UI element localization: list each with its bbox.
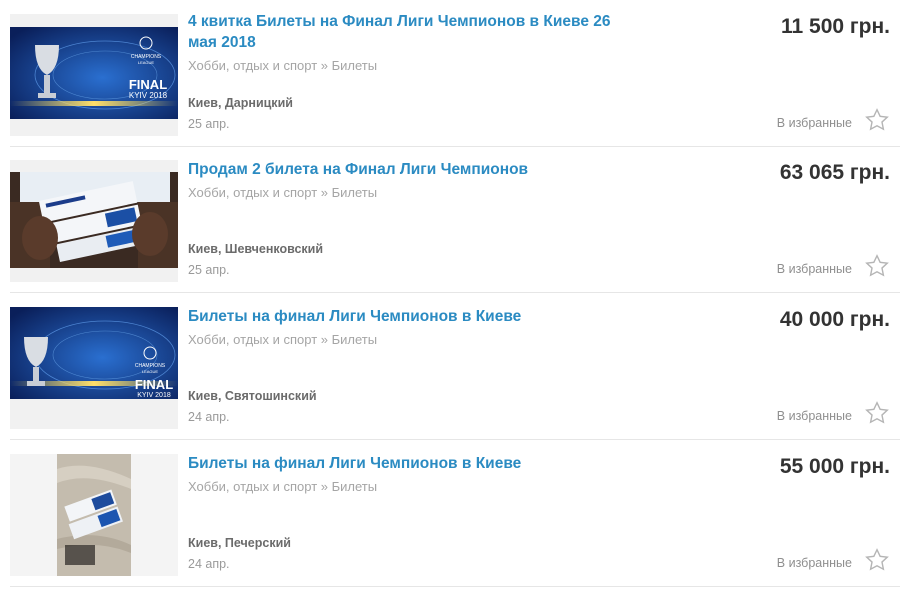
add-to-favorites-button[interactable]: В избранные	[777, 409, 852, 423]
add-to-favorites-button[interactable]: В избранные	[777, 262, 852, 276]
listing-location: Киев, Святошинский	[188, 389, 317, 403]
hands-holding-tickets-image	[10, 172, 178, 268]
listing-category: Хобби, отдых и спорт » Билеты	[188, 479, 378, 494]
listing-price: 40 000 грн.	[779, 308, 890, 331]
listing-title[interactable]: Билеты на финал Лиги Чемпионов в Киеве	[188, 306, 628, 327]
listing-title[interactable]: Билеты на финал Лиги Чемпионов в Киеве	[188, 453, 628, 474]
banner-text-league: LEAGUE	[138, 60, 155, 65]
listing-item: CHAMPIONS LEAGUE FINAL KYIV 2018 Билеты …	[10, 307, 900, 440]
listing-price: 11 500 грн.	[781, 15, 890, 38]
banner-text-league: LEAGUE	[142, 369, 159, 374]
listing-date: 24 апр.	[188, 410, 230, 424]
listing-item: Продам 2 билета на Финал Лиги Чемпионов …	[10, 160, 900, 293]
listing-location: Киев, Дарницкий	[188, 96, 293, 110]
listing-category: Хобби, отдых и спорт » Билеты	[188, 58, 378, 73]
listing-price: 63 065 грн.	[779, 161, 890, 184]
listing-date: 25 апр.	[188, 263, 230, 277]
listing-location: Киев, Шевченковский	[188, 242, 324, 256]
add-to-favorites-button[interactable]: В избранные	[777, 116, 852, 130]
listing-location: Киев, Печерский	[188, 536, 291, 550]
banner-text-city: KYIV 2018	[137, 392, 171, 399]
listing-thumbnail[interactable]: CHAMPIONS LEAGUE FINAL KYIV 2018	[10, 307, 178, 429]
tickets-on-fabric-image	[57, 454, 131, 576]
listing-thumbnail[interactable]	[10, 160, 178, 282]
listing-category: Хобби, отдых и спорт » Билеты	[188, 185, 378, 200]
listing-item: Билеты на финал Лиги Чемпионов в Киеве Х…	[10, 454, 900, 587]
add-to-favorites-button[interactable]: В избранные	[777, 556, 852, 570]
listing-category: Хобби, отдых и спорт » Билеты	[188, 332, 378, 347]
star-outline-icon[interactable]	[864, 400, 890, 426]
listing-price: 55 000 грн.	[779, 455, 890, 478]
banner-text-final: FINAL	[129, 77, 167, 92]
star-outline-icon[interactable]	[864, 107, 890, 133]
star-outline-icon[interactable]	[864, 547, 890, 573]
listing-thumbnail[interactable]: CHAMPIONS LEAGUE FINAL KYIV 2018	[10, 14, 178, 136]
listing-title[interactable]: Продам 2 билета на Финал Лиги Чемпионов	[188, 159, 628, 180]
listing-title[interactable]: 4 квитка Билеты на Финал Лиги Чемпионов …	[188, 11, 628, 53]
banner-text-city: KYIV 2018	[129, 91, 168, 100]
star-outline-icon[interactable]	[864, 253, 890, 279]
ucl-final-banner-image: CHAMPIONS LEAGUE FINAL KYIV 2018	[10, 27, 178, 119]
banner-text-final: FINAL	[135, 377, 173, 392]
listing-date: 25 апр.	[188, 117, 230, 131]
ucl-final-banner-image: CHAMPIONS LEAGUE FINAL KYIV 2018	[10, 307, 178, 399]
listing-thumbnail[interactable]	[10, 454, 178, 576]
listing-date: 24 апр.	[188, 557, 230, 571]
listing-item: CHAMPIONS LEAGUE FINAL KYIV 2018 4 квитк…	[10, 11, 900, 147]
